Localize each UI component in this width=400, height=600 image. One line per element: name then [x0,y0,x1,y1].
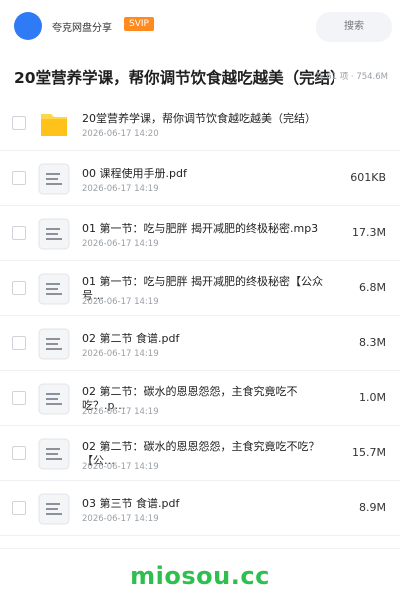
watermark: miosou.cc [130,562,270,590]
list-item[interactable]: 00 课程使用手册.pdf 2026-06-17 14:19 601KB [0,151,400,206]
app-logo[interactable] [14,12,42,40]
file-size: 8.9M [359,501,386,514]
list-item[interactable]: 01 第一节：吃与肥胖 揭开减肥的终极秘密【公众号… 2026-06-17 14… [0,261,400,316]
document-icon [38,273,70,305]
svip-badge[interactable]: SVIP [124,17,154,31]
list-item[interactable]: 02 第二节：碳水的恩恩怨怨，主食究竟吃不吃？【公… 2026-06-17 14… [0,426,400,481]
document-icon [38,218,70,250]
file-size: 8.3M [359,336,386,349]
select-checkbox[interactable] [12,446,26,460]
share-page: 夸克网盘分享 SVIP 20堂营养学课，帮你调节饮食越吃越美（完结） 共 61 … [0,0,400,600]
file-date: 2026-06-17 14:19 [82,349,159,359]
file-size: 601KB [350,171,386,184]
list-item[interactable]: 03 第三节 食谱.pdf 2026-06-17 14:19 8.9M [0,481,400,536]
file-size: 15.7M [352,446,386,459]
header: 夸克网盘分享 SVIP [0,0,400,52]
select-checkbox[interactable] [12,116,26,130]
select-checkbox[interactable] [12,336,26,350]
file-date: 2026-06-17 14:19 [82,514,159,524]
file-date: 2026-06-17 14:19 [82,407,159,417]
select-checkbox[interactable] [12,226,26,240]
file-date: 2026-06-17 14:19 [82,239,159,249]
document-icon [38,438,70,470]
file-name[interactable]: 03 第三节 食谱.pdf [82,497,332,511]
select-checkbox[interactable] [12,501,26,515]
select-checkbox[interactable] [12,281,26,295]
file-size: 1.0M [359,391,386,404]
document-icon [38,163,70,195]
file-date: 2026-06-17 14:20 [82,129,159,139]
file-size: 6.8M [359,281,386,294]
document-icon [38,383,70,415]
list-item[interactable]: 02 第二节 食谱.pdf 2026-06-17 14:19 8.3M [0,316,400,371]
folder-title: 20堂营养学课，帮你调节饮食越吃越美（完结） [14,69,334,87]
select-checkbox[interactable] [12,391,26,405]
footer-divider [0,548,400,549]
file-name[interactable]: 20堂营养学课，帮你调节饮食越吃越美（完结） [82,112,332,126]
file-date: 2026-06-17 14:19 [82,297,159,307]
file-name[interactable]: 00 课程使用手册.pdf [82,167,332,181]
list-item[interactable]: 02 第二节：碳水的恩恩怨怨，主食究竟吃不吃？.p… 2026-06-17 14… [0,371,400,426]
list-item[interactable]: 01 第一节：吃与肥胖 揭开减肥的终极秘密.mp3 2026-06-17 14:… [0,206,400,261]
folder-icon [38,108,70,140]
search-input[interactable] [316,12,392,42]
file-name[interactable]: 02 第二节 食谱.pdf [82,332,332,346]
document-icon [38,328,70,360]
folder-meta: 共 61 项 · 754.6M [315,72,388,82]
brand-name: 夸克网盘分享 [52,23,112,34]
file-date: 2026-06-17 14:19 [82,462,159,472]
document-icon [38,493,70,525]
file-date: 2026-06-17 14:19 [82,184,159,194]
file-size: 17.3M [352,226,386,239]
list-item[interactable]: 20堂营养学课，帮你调节饮食越吃越美（完结） 2026-06-17 14:20 [0,96,400,151]
file-name[interactable]: 01 第一节：吃与肥胖 揭开减肥的终极秘密.mp3 [82,222,332,236]
select-checkbox[interactable] [12,171,26,185]
file-list: 20堂营养学课，帮你调节饮食越吃越美（完结） 2026-06-17 14:20 … [0,96,400,536]
